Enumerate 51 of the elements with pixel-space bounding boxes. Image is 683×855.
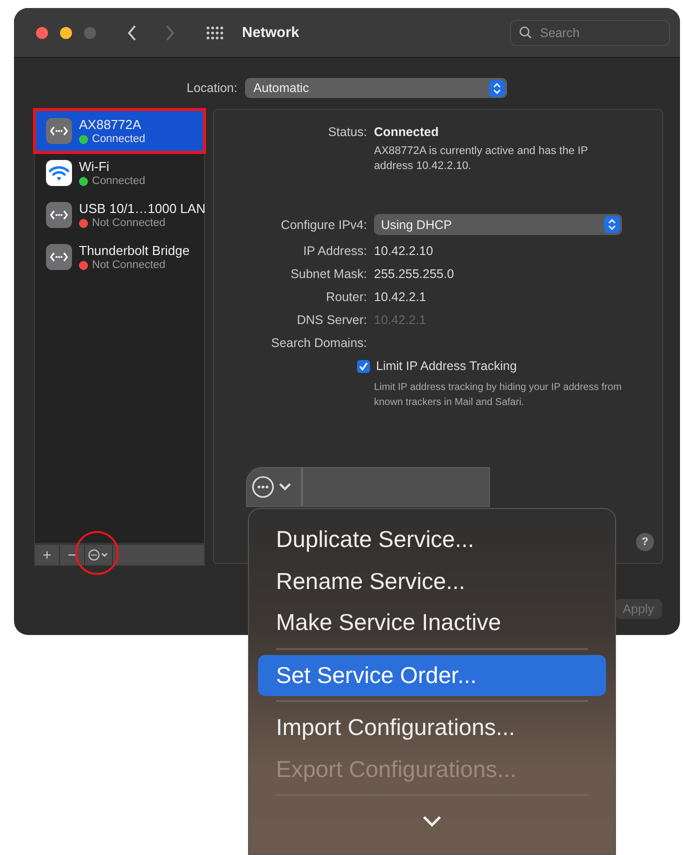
menu-item[interactable]: Import Configurations... bbox=[258, 707, 606, 748]
ethernet-icon bbox=[46, 118, 72, 144]
service-name: AX88772A bbox=[79, 117, 142, 132]
wifi-icon bbox=[46, 160, 72, 186]
close-button[interactable] bbox=[36, 26, 48, 38]
field-label: Configure IPv4: bbox=[280, 218, 367, 232]
stepper-icon bbox=[489, 80, 506, 96]
field-value: 255.255.255.0 bbox=[374, 267, 455, 281]
configure-popup[interactable]: Using DHCP bbox=[374, 214, 622, 235]
menu-item[interactable]: Duplicate Service... bbox=[258, 519, 606, 560]
status-description: AX88772A is currently active and has the IP address 10.42.2.10. bbox=[374, 144, 589, 174]
location-label: Location: bbox=[186, 81, 238, 95]
field-value: 10.42.2.10 bbox=[374, 244, 434, 258]
service-item[interactable]: AX88772A Connected bbox=[35, 110, 204, 152]
service-name: Thunderbolt Bridge bbox=[79, 243, 190, 258]
service-item[interactable]: Wi-Fi Connected bbox=[35, 152, 204, 194]
remove-button[interactable]: − bbox=[60, 545, 85, 565]
ethernet-icon bbox=[46, 202, 72, 228]
service-item[interactable]: Thunderbolt Bridge Not Connected bbox=[35, 236, 204, 278]
ethernet-icon bbox=[46, 244, 72, 270]
service-status: Connected bbox=[92, 175, 146, 187]
search-field[interactable]: Search bbox=[510, 20, 670, 46]
minimize-button[interactable] bbox=[60, 26, 72, 38]
service-status: Connected bbox=[92, 133, 146, 145]
field-label: Search Domains: bbox=[270, 336, 367, 350]
back-icon[interactable] bbox=[126, 24, 138, 42]
checkbox[interactable] bbox=[357, 360, 370, 372]
field-label: Router: bbox=[325, 290, 367, 304]
field-label: IP Address: bbox=[302, 244, 367, 258]
status-value: Connected bbox=[374, 125, 440, 139]
service-status: Not Connected bbox=[92, 217, 166, 229]
field-value: 10.42.2.1 bbox=[374, 290, 428, 304]
field-label: Subnet Mask: bbox=[290, 267, 367, 281]
menu-item[interactable]: Set Service Order... bbox=[258, 654, 606, 696]
service-name: Wi-Fi bbox=[79, 159, 110, 174]
checkbox-label: Limit IP Address Tracking bbox=[376, 359, 517, 373]
help-button[interactable]: ? bbox=[636, 533, 654, 551]
add-button[interactable]: + bbox=[35, 545, 60, 565]
grid-icon[interactable] bbox=[206, 26, 224, 40]
menu-item[interactable]: Rename Service... bbox=[258, 560, 606, 602]
stepper-icon bbox=[604, 216, 620, 233]
field-label: DNS Server: bbox=[296, 313, 367, 327]
service-name: USB 10/1…1000 LAN bbox=[79, 201, 206, 216]
location-popup[interactable]: Automatic bbox=[245, 78, 508, 98]
checkbox-description: Limit IP address tracking by hiding your IP address from known trackers in Mail and Safari. bbox=[374, 381, 622, 410]
service-status: Not Connected bbox=[92, 259, 166, 271]
menu-item[interactable]: Make Service Inactive bbox=[258, 602, 606, 644]
field-label: Status: bbox=[327, 125, 367, 139]
window-title: Network bbox=[242, 24, 300, 40]
service-item[interactable]: USB 10/1…1000 LAN Not Connected bbox=[35, 194, 204, 236]
chevron-down-icon bbox=[422, 815, 442, 827]
